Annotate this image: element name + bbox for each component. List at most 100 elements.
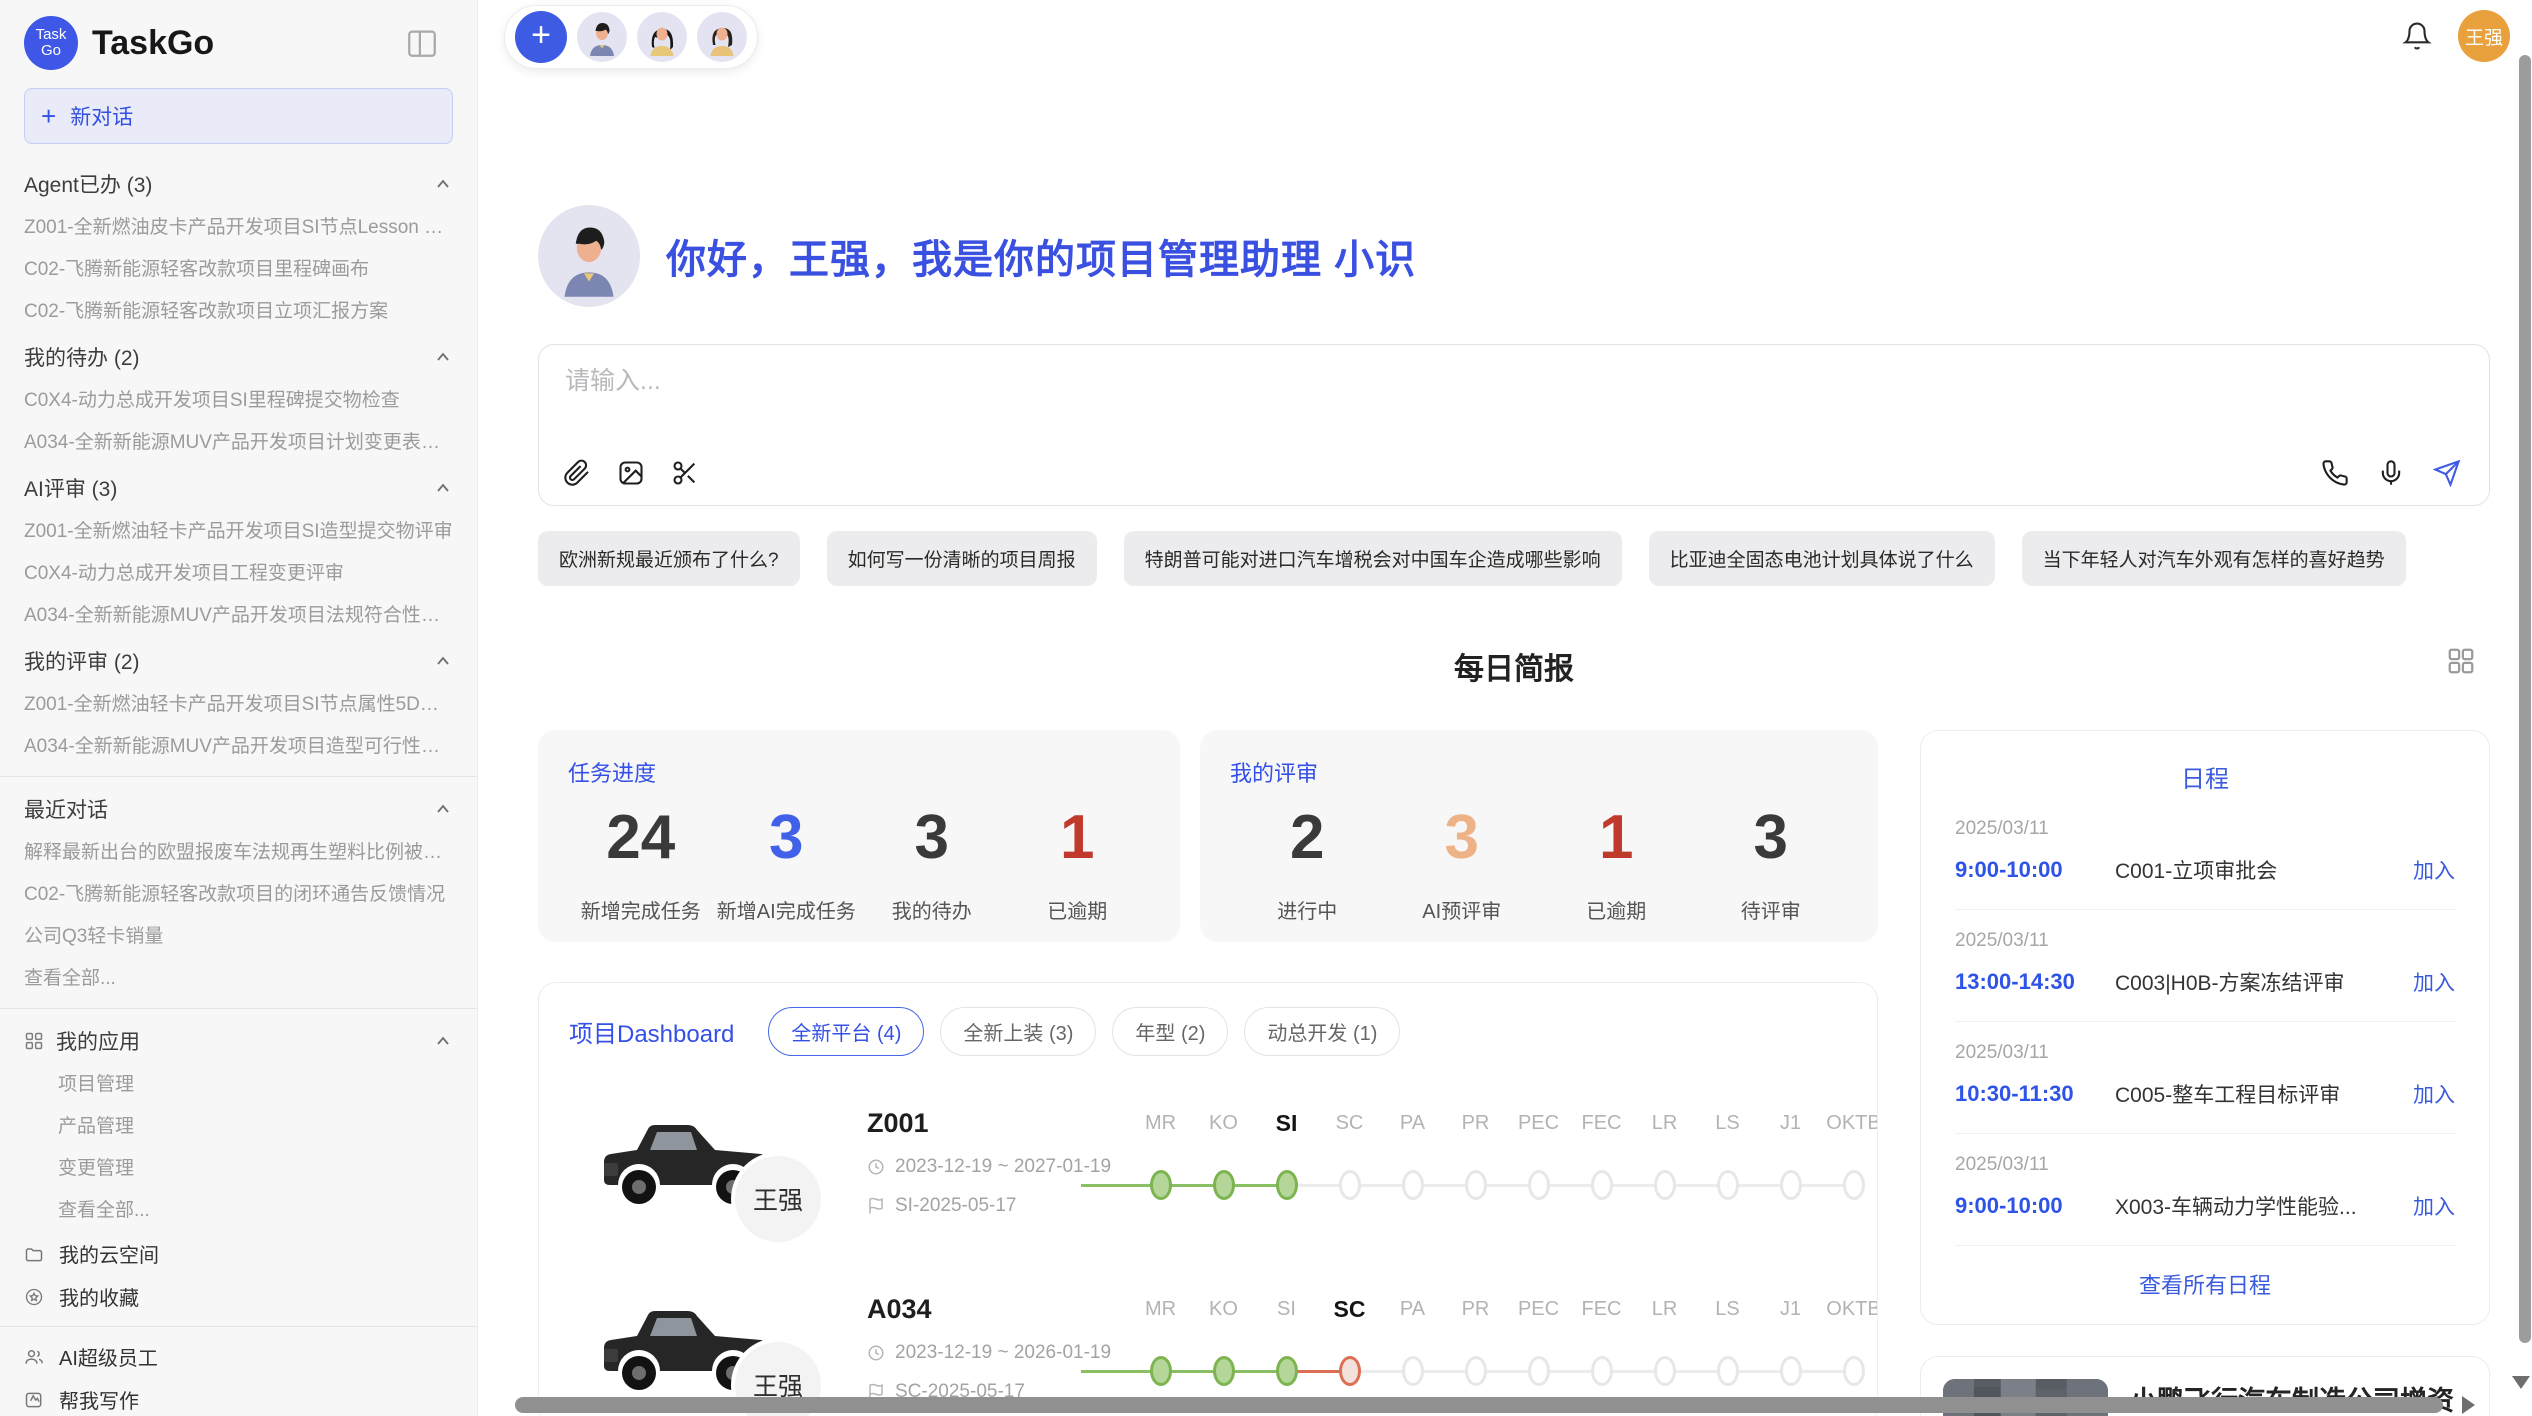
tab-new-body[interactable]: 全新上装 (3)	[940, 1007, 1096, 1056]
join-link[interactable]: 加入	[2413, 967, 2455, 997]
sidebar-task-item[interactable]: Z001-全新燃油皮卡产品开发项目SI节点Lesson Learn报告	[24, 207, 453, 249]
join-link[interactable]: 加入	[2413, 1079, 2455, 1109]
milestone-dot	[1780, 1170, 1802, 1200]
metric-label: 新增AI完成任务	[714, 895, 860, 924]
chat-input[interactable]	[565, 367, 2463, 396]
suggestion-chip[interactable]: 比亚迪全固态电池计划具体说了什么	[1649, 531, 1995, 586]
section-header-recent-chats[interactable]: 最近对话	[24, 785, 453, 832]
schedule-event: 2025/03/11 10:30-11:30 C005-整车工程目标评审 加入	[1955, 1022, 2455, 1134]
attachment-icon[interactable]	[563, 459, 591, 487]
metric-label: AI预评审	[1385, 895, 1540, 924]
project-code: Z001	[867, 1108, 1129, 1139]
milestone-dot	[1591, 1170, 1613, 1200]
metric: 1 已逾期	[1005, 802, 1151, 924]
sidebar-item-ai-employee[interactable]: AI超级员工	[24, 1335, 453, 1378]
sidebar-task-item[interactable]: C02-飞腾新能源轻客改款项目里程碑画布	[24, 249, 453, 291]
flag-icon	[867, 1197, 885, 1215]
join-link[interactable]: 加入	[2413, 1191, 2455, 1221]
microphone-icon[interactable]	[2377, 459, 2405, 487]
section-header-agent-done[interactable]: Agent已办 (3)	[24, 160, 453, 207]
tab-new-platform[interactable]: 全新平台 (4)	[768, 1007, 924, 1056]
metric-value: 1	[1005, 802, 1151, 873]
main-area: + 王强 你好，王强，我是你的项目管理助理 小识	[478, 0, 2532, 1416]
new-session-button[interactable]: +	[515, 11, 567, 63]
section-header-my-apps[interactable]: 我的应用	[24, 1017, 453, 1064]
layout-grid-icon[interactable]	[2446, 646, 2476, 676]
milestone-dot	[1465, 1356, 1487, 1386]
recent-chat-item[interactable]: 解释最新出台的欧盟报废车法规再生塑料比例被调至15%...	[24, 832, 453, 874]
milestone-dot	[1717, 1356, 1739, 1386]
app-item-product-mgmt[interactable]: 产品管理	[24, 1106, 453, 1148]
image-icon[interactable]	[617, 459, 645, 487]
apps-view-all[interactable]: 查看全部...	[24, 1190, 453, 1232]
notification-bell-icon[interactable]	[2402, 21, 2432, 51]
metric-label: 进行中	[1230, 895, 1385, 924]
metric-value: 3	[859, 802, 1005, 873]
sidebar-item-cloud-space[interactable]: 我的云空间	[24, 1232, 453, 1275]
event-time: 9:00-10:00	[1955, 857, 2115, 883]
sidebar-task-item[interactable]: Z001-全新燃油轻卡产品开发项目SI节点属性5D文件评审	[24, 684, 453, 726]
user-avatar[interactable]: 王强	[2458, 10, 2510, 62]
event-name: C003|H0B-方案冻结评审	[2115, 967, 2399, 997]
composer[interactable]	[538, 344, 2490, 506]
sidebar-task-item[interactable]: Z001-全新燃油轻卡产品开发项目SI造型提交物评审	[24, 511, 453, 553]
milestone-label: PEC	[1518, 1108, 1559, 1138]
vertical-scrollbar-thumb[interactable]	[2519, 55, 2531, 1343]
section-header-ai-review[interactable]: AI评审 (3)	[24, 464, 453, 511]
milestone-label: KO	[1209, 1108, 1238, 1138]
project-car-image: 王强	[591, 1108, 781, 1218]
section-header-my-todo[interactable]: 我的待办 (2)	[24, 333, 453, 380]
sidebar-item-favorites[interactable]: 我的收藏	[24, 1275, 453, 1318]
session-avatar-2[interactable]	[637, 12, 687, 62]
send-icon[interactable]	[2433, 459, 2461, 487]
session-avatar-1[interactable]	[577, 12, 627, 62]
new-chat-button[interactable]: + 新对话	[24, 88, 453, 144]
sidebar-task-item[interactable]: C0X4-动力总成开发项目SI里程碑提交物检查	[24, 380, 453, 422]
sidebar-task-item[interactable]: C0X4-动力总成开发项目工程变更评审	[24, 553, 453, 595]
scroll-right-arrow[interactable]	[2462, 1396, 2475, 1414]
dashboard-tabs: 全新平台 (4) 全新上装 (3) 年型 (2) 动总开发 (1)	[768, 1007, 1400, 1056]
milestone-dot	[1150, 1356, 1172, 1386]
chevron-up-icon	[433, 347, 453, 367]
sidebar-task-item[interactable]: A034-全新新能源MUV产品开发项目计划变更表编写	[24, 422, 453, 464]
composer-right-tools	[2321, 459, 2461, 487]
metric: 24 新增完成任务	[568, 802, 714, 924]
milestone-label: FEC	[1582, 1108, 1622, 1138]
tab-powertrain[interactable]: 动总开发 (1)	[1244, 1007, 1400, 1056]
tab-model-year[interactable]: 年型 (2)	[1112, 1007, 1228, 1056]
recent-chat-item[interactable]: 公司Q3轻卡销量	[24, 916, 453, 958]
recent-view-all[interactable]: 查看全部...	[24, 958, 453, 1000]
sidebar-item-help-write[interactable]: 帮我写作	[24, 1378, 453, 1416]
metric-value: 3	[1694, 802, 1849, 873]
metric-label: 新增完成任务	[568, 895, 714, 924]
logo-row: Task Go TaskGo	[24, 14, 453, 72]
recent-chat-item[interactable]: C02-飞腾新能源轻客改款项目的闭环通告反馈情况	[24, 874, 453, 916]
phone-icon[interactable]	[2321, 459, 2349, 487]
metric: 3 我的待办	[859, 802, 1005, 924]
sidebar-task-item[interactable]: C02-飞腾新能源轻客改款项目立项汇报方案	[24, 291, 453, 333]
scissors-icon[interactable]	[671, 459, 699, 487]
users-icon	[24, 1347, 44, 1367]
suggestion-chip[interactable]: 当下年轻人对汽车外观有怎样的喜好趋势	[2022, 531, 2406, 586]
schedule-event: 2025/03/11 13:00-14:30 C003|H0B-方案冻结评审 加…	[1955, 910, 2455, 1022]
horizontal-scrollbar-thumb[interactable]	[515, 1397, 2443, 1413]
sidebar-task-item[interactable]: A034-全新新能源MUV产品开发项目造型可行性评审	[24, 726, 453, 768]
app-item-change-mgmt[interactable]: 变更管理	[24, 1148, 453, 1190]
view-all-schedule-link[interactable]: 查看所有日程	[1955, 1268, 2455, 1300]
scroll-down-arrow[interactable]	[2512, 1376, 2530, 1389]
section-title: 最近对话	[24, 794, 108, 824]
sidebar-task-item[interactable]: A034-全新新能源MUV产品开发项目法规符合性评审	[24, 595, 453, 637]
project-row-z001[interactable]: 王强 Z001 2023-12-19 ~ 2027-01-19 SI-2025-…	[569, 1108, 1847, 1260]
suggestion-chip[interactable]: 欧洲新规最近颁布了什么?	[538, 531, 800, 586]
milestone-dot	[1780, 1356, 1802, 1386]
suggestion-chip[interactable]: 特朗普可能对进口汽车增税会对中国车企造成哪些影响	[1124, 531, 1622, 586]
left-column: 任务进度 24 新增完成任务 3 新增AI完成任务 3	[538, 730, 1878, 1416]
app-item-project-mgmt[interactable]: 项目管理	[24, 1064, 453, 1106]
join-link[interactable]: 加入	[2413, 855, 2455, 885]
suggestion-chip[interactable]: 如何写一份清晰的项目周报	[827, 531, 1097, 586]
event-time: 9:00-10:00	[1955, 1193, 2115, 1219]
sidebar-collapse-icon[interactable]	[405, 26, 439, 60]
session-avatar-3[interactable]	[697, 12, 747, 62]
section-header-my-review[interactable]: 我的评审 (2)	[24, 637, 453, 684]
stats-row: 任务进度 24 新增完成任务 3 新增AI完成任务 3	[538, 730, 1878, 942]
